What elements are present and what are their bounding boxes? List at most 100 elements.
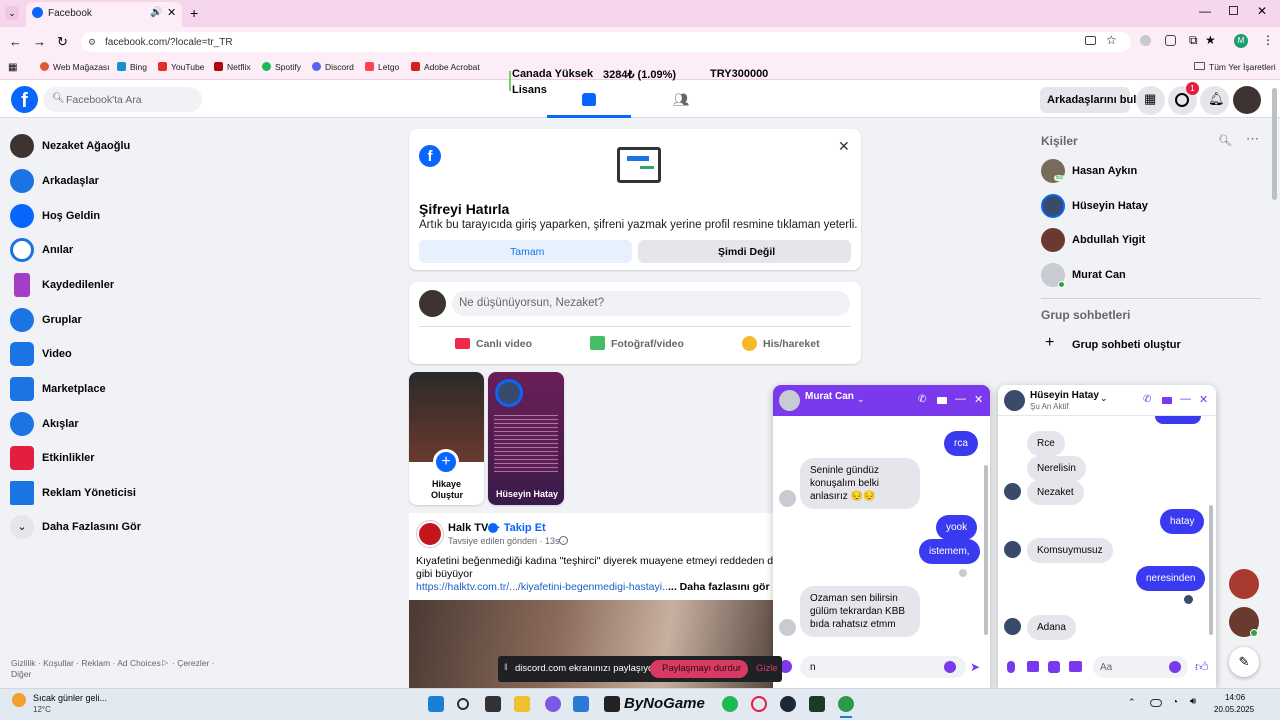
close-card-icon[interactable]: ✕ (838, 138, 850, 155)
follow-link[interactable]: · Takip Et (497, 522, 546, 534)
opera-icon[interactable] (751, 696, 767, 712)
mic-icon[interactable] (1007, 661, 1015, 673)
hide-link[interactable]: Gizle (756, 663, 778, 674)
account-avatar[interactable] (1233, 86, 1261, 114)
spotify-icon[interactable] (722, 696, 738, 712)
clock-date[interactable]: 20.05.2025 (1214, 705, 1254, 714)
contact-abdullah[interactable]: Abdullah Yigit (1072, 234, 1145, 246)
like-icon[interactable]: 👍︎ (1195, 659, 1209, 675)
close-chat-icon[interactable]: ✕ (974, 393, 983, 406)
nav-events[interactable]: Etkinlikler (10, 444, 250, 476)
nav-see-more[interactable]: ⌄ Daha Fazlasını Gör (10, 513, 250, 545)
forward-icon[interactable]: → (33, 34, 46, 49)
bynogame-icon[interactable] (604, 696, 620, 712)
send-icon[interactable]: ➤ (970, 660, 980, 674)
close-tab-icon[interactable]: ✕ (167, 6, 176, 19)
contact-huseyin[interactable]: Hüseyin Hatay (1072, 200, 1148, 212)
network-icon[interactable]: ◔ (1172, 697, 1178, 708)
search-icon[interactable] (457, 698, 469, 710)
drag-handle-icon[interactable]: ‖ (504, 662, 508, 672)
tray-chevron-icon[interactable]: ⌃ (1128, 697, 1136, 708)
bookmark-letgo[interactable]: Letgo (378, 62, 399, 72)
new-tab-button[interactable]: + (190, 5, 198, 21)
image-icon[interactable] (1027, 661, 1039, 672)
bookmark-acrobat[interactable]: Adobe Acrobat (424, 62, 480, 72)
bookmark-web-store[interactable]: Web Mağazası (53, 62, 110, 72)
chevron-down-icon[interactable]: ⌄ (1100, 393, 1108, 404)
create-group-button[interactable]: Grup sohbeti oluştur (1072, 339, 1181, 351)
favorites-icon[interactable]: ★ (1205, 33, 1216, 47)
store-icon[interactable] (573, 696, 589, 712)
task-view-icon[interactable] (485, 696, 501, 712)
nav-video[interactable]: Video (10, 340, 250, 372)
bynogame-label[interactable]: ByNoGame (624, 695, 705, 712)
footer-links[interactable]: Gizlilik · Koşullar · Reklam · Ad Choice… (11, 658, 161, 668)
message-input[interactable] (800, 656, 966, 678)
bookmark-spotify[interactable]: Spotify (275, 62, 301, 72)
bookmark-bing[interactable]: Bing (130, 62, 147, 72)
close-window-icon[interactable]: ✕ (1257, 4, 1267, 18)
bookmark-netflix[interactable]: Netflix (227, 62, 251, 72)
volume-icon[interactable]: 🔊︎ (1190, 696, 1196, 707)
copilot-icon[interactable] (1165, 35, 1176, 46)
bookmark-star-icon[interactable]: ☆ (1106, 33, 1117, 47)
windows-start-icon[interactable] (428, 696, 444, 712)
steam-icon[interactable] (780, 696, 796, 712)
minimize-window-icon[interactable]: — (1199, 4, 1211, 18)
profile-avatar[interactable]: M (1234, 34, 1248, 48)
phone-icon[interactable]: ✆ (918, 394, 926, 405)
contact-murat[interactable]: Murat Can (1072, 269, 1126, 281)
nav-marketplace[interactable]: Marketplace (10, 375, 250, 407)
site-info-icon[interactable]: ⚙ (88, 37, 96, 48)
chevron-down-icon[interactable]: ⌄ (857, 394, 865, 405)
close-chat-icon[interactable]: ✕ (1199, 393, 1208, 406)
gif-icon[interactable] (1069, 661, 1082, 672)
url-text[interactable]: facebook.com/?locale=tr_TR (105, 37, 233, 48)
footer-cookies[interactable]: · Çerezler · (172, 658, 215, 668)
more-options-icon[interactable]: ⋯ (1246, 131, 1259, 147)
all-bookmarks[interactable]: Tüm Yer İşaretleri (1209, 62, 1276, 72)
nav-saved[interactable]: Kaydedilenler (10, 271, 250, 303)
menu-dots-icon[interactable]: ⋮ (1262, 33, 1274, 47)
contact-hasan[interactable]: Hasan Aykın (1072, 165, 1137, 177)
see-more-link[interactable]: ... Daha fazlasını gör (668, 581, 770, 593)
bookmark-youtube[interactable]: YouTube (171, 62, 204, 72)
copilot-icon[interactable] (545, 696, 561, 712)
video-call-icon[interactable] (937, 397, 947, 404)
footer-more[interactable]: Diğer (11, 669, 31, 679)
bookmark-discord[interactable]: Discord (325, 62, 354, 72)
post-link[interactable]: https://halktv.com.tr/.../kiyafetini-beg… (416, 581, 671, 593)
phone-icon[interactable]: ✆ (1143, 394, 1151, 405)
chat-scrollbar[interactable] (984, 465, 988, 635)
puzzle-icon[interactable]: ⧉ (1189, 33, 1198, 48)
live-video-button[interactable]: Canlı video (476, 338, 532, 350)
nav-profile[interactable]: Nezaket Ağaoğlu (10, 132, 250, 164)
back-icon[interactable]: ← (9, 34, 22, 49)
game-app-icon[interactable] (809, 696, 825, 712)
post-page-name[interactable]: Halk TV (448, 522, 488, 534)
facebook-logo-icon[interactable]: f (11, 86, 38, 113)
onedrive-icon[interactable] (1150, 699, 1162, 707)
address-bar[interactable] (81, 32, 1131, 52)
nav-groups[interactable]: Gruplar (10, 306, 250, 338)
new-message-button[interactable]: ✎ (1229, 647, 1259, 677)
emoji-icon[interactable] (1169, 661, 1181, 673)
install-app-icon[interactable] (1085, 36, 1096, 45)
file-explorer-icon[interactable] (514, 696, 530, 712)
clock-time[interactable]: 14:06 (1225, 693, 1245, 702)
chat-head-avatar[interactable] (1229, 569, 1259, 599)
photo-video-button[interactable]: Fotoğraf/video (611, 338, 684, 350)
audio-icon[interactable]: 🔊 (150, 7, 162, 18)
nav-feeds[interactable]: Akışlar (10, 410, 250, 442)
weather-icon[interactable] (12, 693, 26, 707)
nav-welcome[interactable]: Hoş Geldin (10, 202, 250, 234)
sticker-icon[interactable] (1048, 661, 1060, 673)
emoji-icon[interactable] (944, 661, 956, 673)
feeling-button[interactable]: His/hareket (763, 338, 820, 350)
apps-grid-icon[interactable]: ▦ (8, 62, 17, 73)
chrome-icon[interactable] (838, 696, 854, 712)
video-call-icon[interactable] (1162, 397, 1172, 404)
page-scrollbar[interactable] (1272, 88, 1277, 200)
weather-title[interactable]: Sıcak günler geli... (33, 693, 107, 703)
tab-list-button[interactable]: ⌄ (5, 6, 19, 20)
